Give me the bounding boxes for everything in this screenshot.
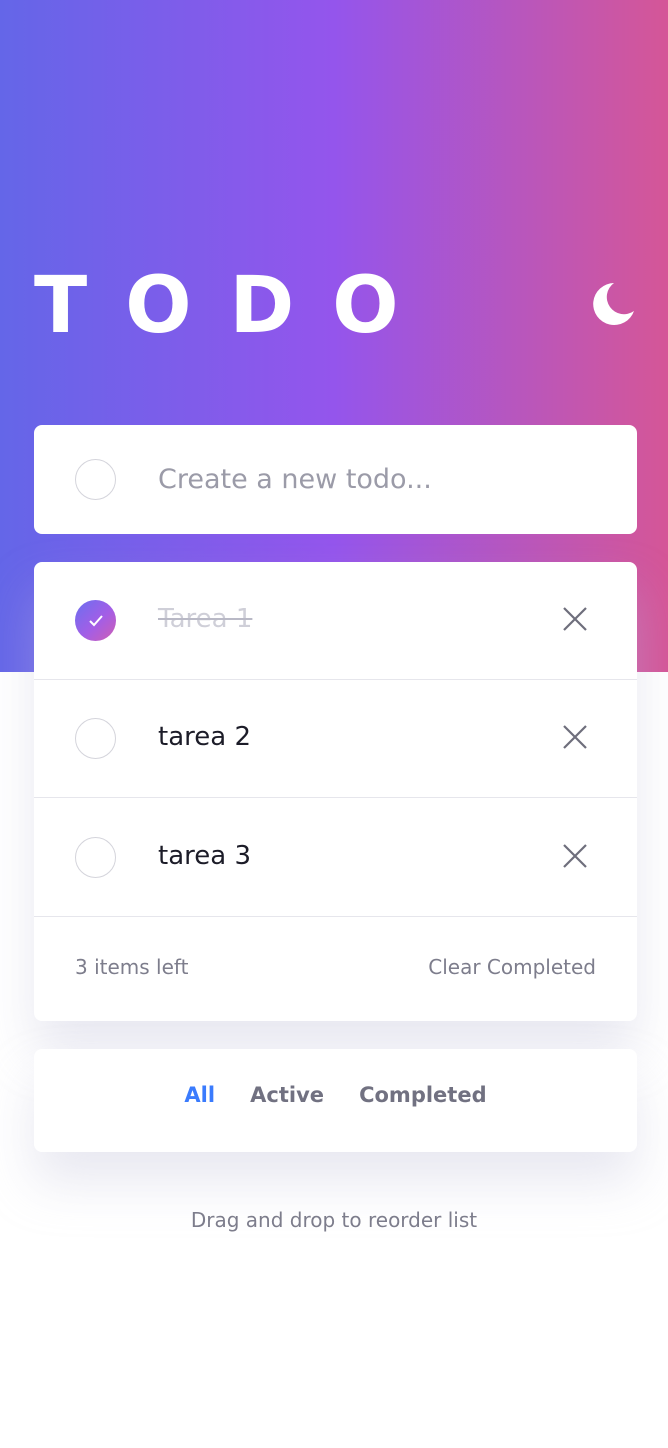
items-left-count: 3 items left — [75, 955, 189, 979]
filter-all[interactable]: All — [184, 1083, 215, 1107]
todo-checkbox[interactable] — [75, 718, 116, 759]
delete-todo-button[interactable] — [560, 841, 590, 871]
new-todo-checkbox[interactable] — [75, 459, 116, 500]
delete-todo-button[interactable] — [560, 722, 590, 752]
app-title: TODO — [34, 261, 437, 351]
todo-text: tarea 3 — [158, 841, 251, 871]
clear-completed-button[interactable]: Clear Completed — [428, 955, 596, 979]
filter-group: All Active Completed — [34, 1083, 637, 1107]
new-todo-bar — [34, 425, 637, 534]
todo-checkbox-checked[interactable] — [75, 600, 116, 641]
moon-icon — [593, 283, 634, 325]
delete-todo-button[interactable] — [560, 604, 590, 634]
todo-list: Tarea 1 tarea 2 tarea 3 3 items left Cle… — [34, 562, 637, 1021]
reorder-hint: Drag and drop to reorder list — [190, 1208, 478, 1232]
close-icon — [563, 725, 587, 749]
filter-active[interactable]: Active — [250, 1083, 324, 1107]
check-icon — [89, 615, 103, 627]
todo-checkbox[interactable] — [75, 837, 116, 878]
close-icon — [563, 607, 587, 631]
new-todo-input[interactable] — [158, 453, 598, 505]
close-icon — [563, 844, 587, 868]
todo-item[interactable]: tarea 2 — [34, 680, 637, 798]
list-footer: 3 items left Clear Completed — [34, 917, 637, 1021]
todo-item[interactable]: Tarea 1 — [34, 562, 637, 680]
filter-bar: All Active Completed — [34, 1049, 637, 1152]
theme-toggle-button[interactable] — [588, 280, 636, 328]
todo-text: Tarea 1 — [158, 604, 253, 634]
todo-text: tarea 2 — [158, 722, 251, 752]
todo-item[interactable]: tarea 3 — [34, 799, 637, 917]
todo-app: TODO Tarea 1 tarea 2 — [0, 0, 668, 1448]
filter-completed[interactable]: Completed — [359, 1083, 487, 1107]
